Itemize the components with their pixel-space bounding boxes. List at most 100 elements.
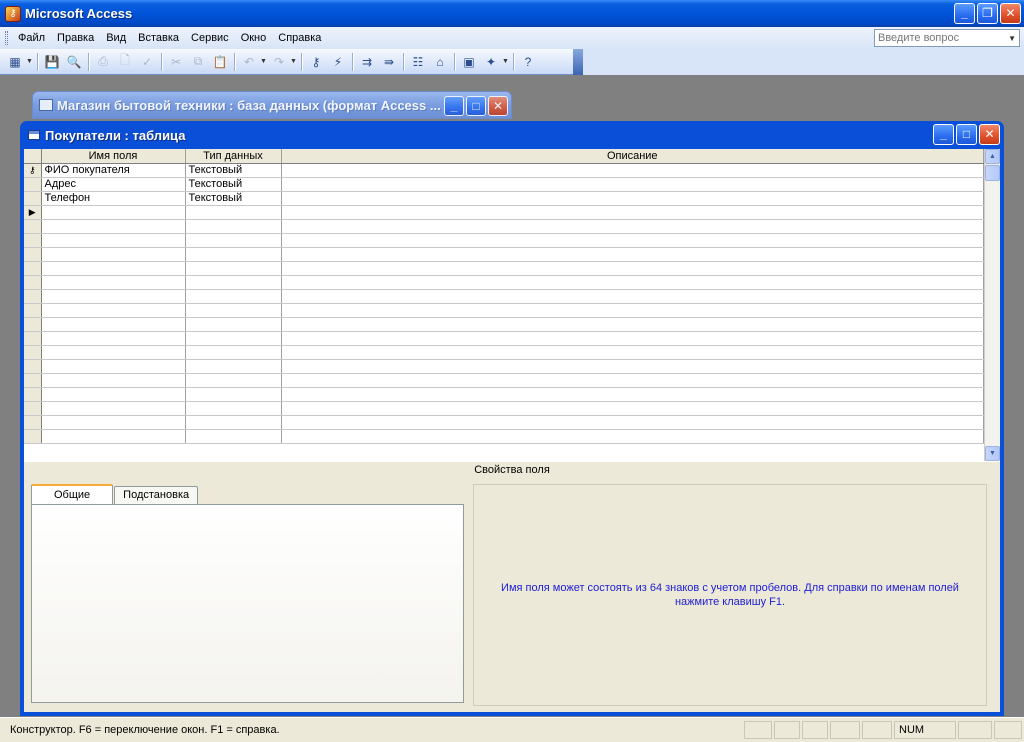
data-type-cell[interactable]	[185, 289, 282, 304]
toolbar-options-button[interactable]	[573, 48, 583, 75]
table-row[interactable]	[24, 345, 984, 360]
cut-icon[interactable]: ✂	[165, 52, 187, 72]
description-cell[interactable]	[281, 247, 984, 262]
field-name-cell[interactable]	[41, 331, 186, 346]
database-window-icon[interactable]: ▣	[458, 52, 480, 72]
redo-dropdown-icon[interactable]: ▼	[290, 58, 298, 65]
row-selector[interactable]	[24, 303, 42, 318]
row-selector[interactable]	[24, 219, 42, 234]
menu-file[interactable]: Файл	[12, 32, 51, 44]
menu-tools[interactable]: Сервис	[185, 32, 235, 44]
description-cell[interactable]	[281, 331, 984, 346]
description-cell[interactable]	[281, 303, 984, 318]
description-cell[interactable]	[281, 289, 984, 304]
view-table-icon[interactable]: ▦	[4, 52, 26, 72]
table-row[interactable]	[24, 331, 984, 346]
undo-dropdown-icon[interactable]: ▼	[260, 58, 268, 65]
primary-key-row-icon[interactable]: ⚷	[24, 163, 42, 178]
description-cell[interactable]	[281, 219, 984, 234]
ask-question-input[interactable]: Введите вопрос ▼	[874, 29, 1020, 47]
scroll-down-arrow-icon[interactable]: ▼	[985, 446, 1000, 461]
data-type-cell[interactable]	[185, 359, 282, 374]
row-selector[interactable]	[24, 317, 42, 332]
field-name-cell[interactable]	[41, 401, 186, 416]
app-title-bar[interactable]: ⚷ Microsoft Access _ ❐ ✕	[0, 0, 1024, 27]
table-row[interactable]	[24, 415, 984, 430]
table-maximize-button[interactable]: □	[956, 124, 977, 145]
column-header-description[interactable]: Описание	[281, 149, 984, 164]
table-row[interactable]: ▶	[24, 205, 984, 220]
table-row[interactable]	[24, 219, 984, 234]
field-name-cell[interactable]: Адрес	[41, 177, 186, 192]
tab-lookup[interactable]: Подстановка	[114, 486, 199, 504]
menu-grip-handle[interactable]	[5, 31, 8, 45]
field-name-cell[interactable]	[41, 275, 186, 290]
row-selector[interactable]	[24, 247, 42, 262]
data-type-cell[interactable]: Текстовый	[185, 163, 282, 178]
description-cell[interactable]	[281, 387, 984, 402]
data-type-cell[interactable]: Текстовый	[185, 177, 282, 192]
data-type-cell[interactable]	[185, 261, 282, 276]
restore-button[interactable]: ❐	[977, 3, 998, 24]
data-type-cell[interactable]	[185, 303, 282, 318]
table-row[interactable]	[24, 317, 984, 332]
db-maximize-button[interactable]: □	[466, 96, 486, 116]
data-type-cell[interactable]: Текстовый	[185, 191, 282, 206]
table-row[interactable]	[24, 289, 984, 304]
field-name-cell[interactable]	[41, 373, 186, 388]
table-row[interactable]	[24, 233, 984, 248]
row-selector[interactable]	[24, 191, 42, 206]
help-icon[interactable]: ?	[517, 52, 539, 72]
column-header-data-type[interactable]: Тип данных	[185, 149, 282, 164]
insert-rows-icon[interactable]: ⇉	[356, 52, 378, 72]
field-name-cell[interactable]	[41, 429, 186, 444]
data-type-cell[interactable]	[185, 387, 282, 402]
row-selector[interactable]	[24, 261, 42, 276]
menu-window[interactable]: Окно	[235, 32, 273, 44]
data-type-cell[interactable]	[185, 275, 282, 290]
access-key-icon[interactable]: ⚷	[5, 5, 21, 22]
row-selector[interactable]	[24, 415, 42, 430]
description-cell[interactable]	[281, 275, 984, 290]
field-name-cell[interactable]	[41, 261, 186, 276]
view-dropdown-icon[interactable]: ▼	[26, 58, 34, 65]
db-close-button[interactable]: ✕	[488, 96, 508, 116]
build-icon[interactable]: ⌂	[429, 52, 451, 72]
menu-help[interactable]: Справка	[272, 32, 327, 44]
data-type-cell[interactable]	[185, 247, 282, 262]
field-name-cell[interactable]: Телефон	[41, 191, 186, 206]
menu-insert[interactable]: Вставка	[132, 32, 185, 44]
table-row[interactable]: ⚷ ФИО покупателя Текстовый	[24, 163, 984, 178]
table-row[interactable]	[24, 359, 984, 374]
description-cell[interactable]	[281, 177, 984, 192]
description-cell[interactable]	[281, 345, 984, 360]
row-selector[interactable]	[24, 331, 42, 346]
field-name-cell[interactable]	[41, 345, 186, 360]
field-name-cell[interactable]	[41, 317, 186, 332]
row-selector[interactable]	[24, 429, 42, 444]
scroll-up-arrow-icon[interactable]: ▲	[985, 149, 1000, 164]
table-row[interactable]	[24, 429, 984, 444]
description-cell[interactable]	[281, 373, 984, 388]
table-close-button[interactable]: ✕	[979, 124, 1000, 145]
row-selector[interactable]	[24, 373, 42, 388]
redo-icon[interactable]: ↷	[268, 52, 290, 72]
field-name-cell[interactable]	[41, 303, 186, 318]
paste-icon[interactable]: 📋	[209, 52, 231, 72]
close-button[interactable]: ✕	[1000, 3, 1021, 24]
field-name-cell[interactable]	[41, 289, 186, 304]
tab-general[interactable]: Общие	[31, 484, 114, 504]
row-selector[interactable]	[24, 177, 42, 192]
table-row[interactable]	[24, 387, 984, 402]
db-minimize-button[interactable]: _	[444, 96, 464, 116]
row-selector[interactable]	[24, 233, 42, 248]
print-icon[interactable]: ⎙	[92, 52, 114, 72]
row-selector[interactable]	[24, 401, 42, 416]
data-type-cell[interactable]	[185, 331, 282, 346]
description-cell[interactable]	[281, 359, 984, 374]
table-row[interactable]	[24, 401, 984, 416]
field-name-cell[interactable]	[41, 219, 186, 234]
menu-view[interactable]: Вид	[100, 32, 132, 44]
description-cell[interactable]	[281, 233, 984, 248]
description-cell[interactable]	[281, 429, 984, 444]
